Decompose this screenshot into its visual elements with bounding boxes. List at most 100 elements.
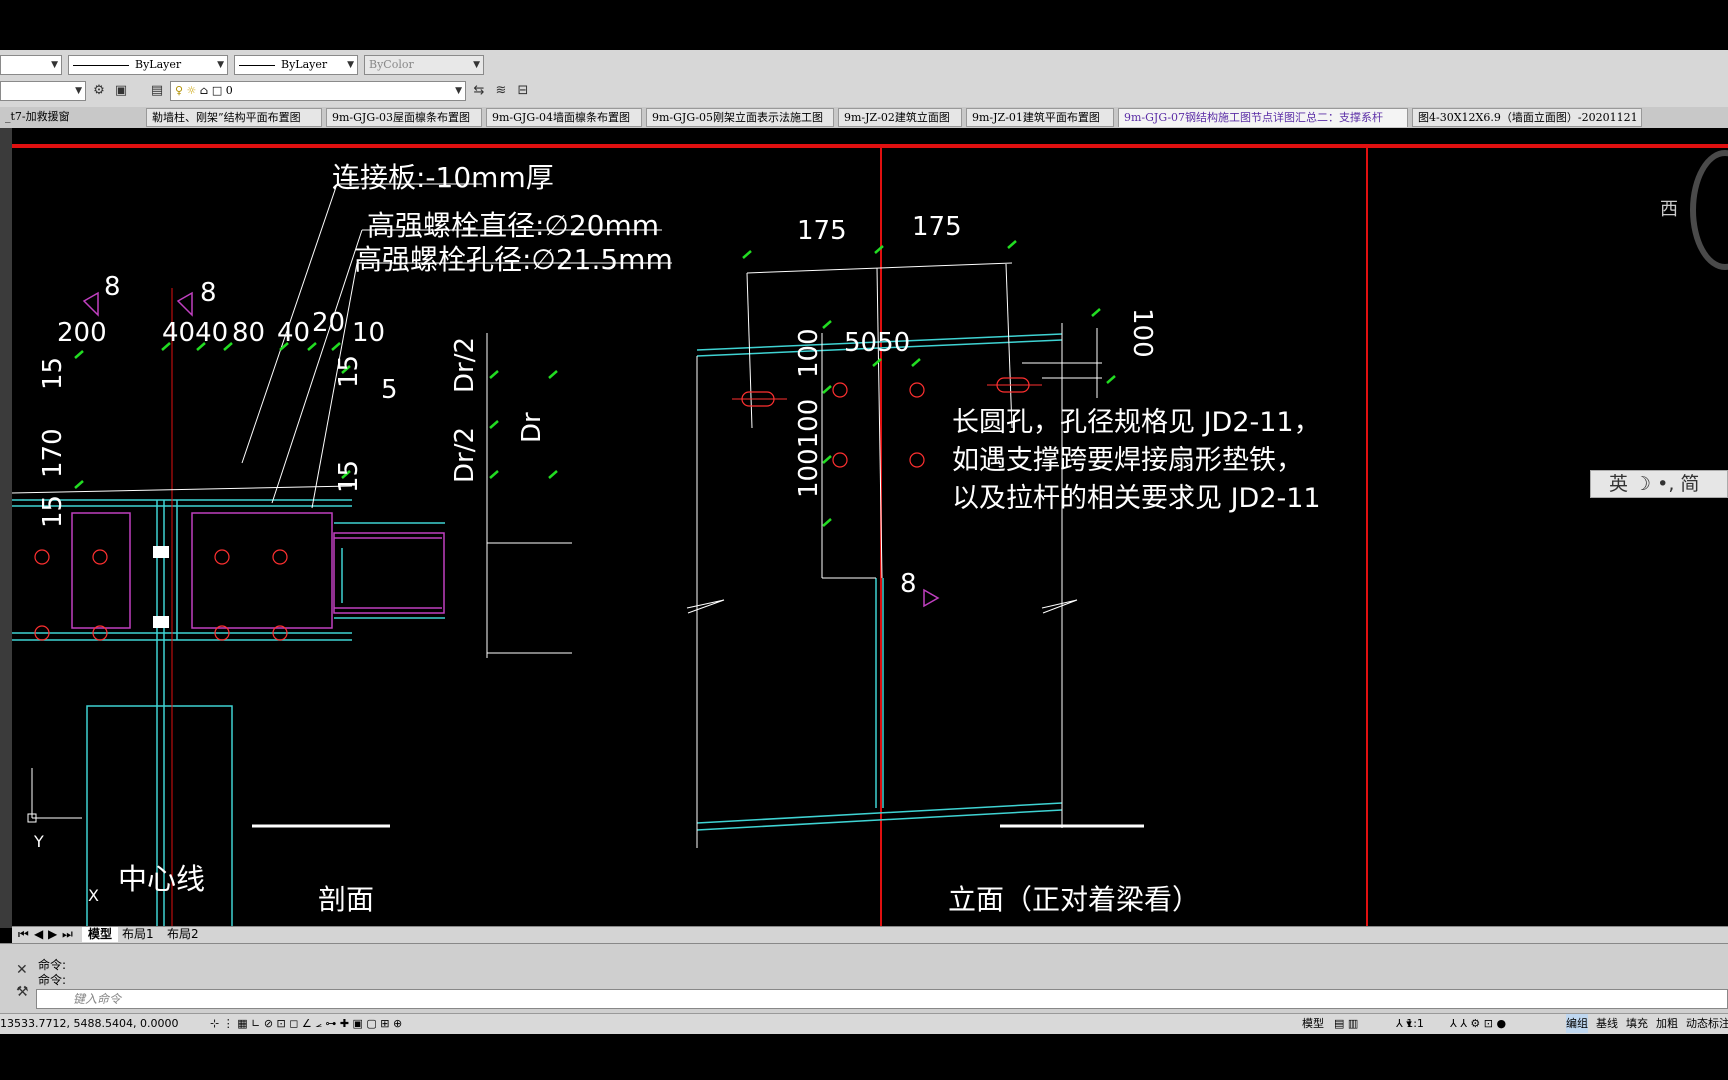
group-toggle[interactable]: 编组 [1566, 1014, 1588, 1033]
lineweight-value: ByLayer [281, 58, 328, 71]
next-layout-icon[interactable]: ▶ [48, 927, 57, 942]
sun-icon: ☼ [186, 84, 197, 97]
ucs-y-label: Y [34, 832, 44, 851]
command-history-line: 命令: [38, 973, 67, 987]
baseline-toggle[interactable]: 基线 [1596, 1014, 1618, 1033]
viewcube[interactable]: 西 [1660, 150, 1728, 270]
ime-toolbar[interactable]: 英 ☽ •, 简 [1590, 470, 1728, 498]
linetype-dropdown[interactable]: ByLayer ▼ [68, 55, 228, 75]
weld-size-label: 5 [381, 375, 398, 405]
lightbulb-icon: ♀ [175, 84, 184, 97]
unlock-icon: ⌂ [199, 84, 209, 97]
file-tab[interactable]: 9m-GJG-03屋面檩条布置图 [326, 108, 482, 127]
color-dropdown[interactable]: ▼ [0, 55, 62, 75]
dimension-label: 10 [352, 318, 386, 348]
tab-layout1[interactable]: 布局1 [122, 927, 154, 942]
first-layout-icon[interactable]: ⏮ [18, 927, 29, 942]
section-plates [71, 512, 445, 629]
layer-dropdown[interactable]: ♀ ☼ ⌂ □ 0 ▼ [170, 81, 466, 101]
tab-layout2[interactable]: 布局2 [167, 927, 199, 942]
make-current-layer-icon[interactable]: ⇆ [470, 82, 488, 100]
dimension-label: 40 [277, 318, 311, 348]
dimension-label: Dr [517, 412, 547, 443]
fill-toggle[interactable]: 填充 [1626, 1014, 1648, 1033]
file-tab-active[interactable]: 9m-GJG-07钢结构施工图节点详图汇总二：支撑系杆 [1118, 108, 1408, 127]
status-bar: 13533.7712, 5488.5404, 0.0000 ⊹ ⋮ ▦ ∟ ⊘ … [0, 1013, 1728, 1034]
chevron-down-icon: ▼ [347, 60, 354, 70]
workspace-dropdown[interactable]: ▼ [0, 81, 86, 101]
last-layout-icon[interactable]: ⏭ [62, 927, 73, 942]
file-tab[interactable]: 图4-30X12X6.9（墙面立面图）-20201121 [1412, 108, 1642, 127]
prev-layout-icon[interactable]: ◀ [34, 927, 43, 942]
dimension-label: Dr/2 [450, 426, 480, 483]
chevron-down-icon: ▼ [217, 60, 224, 70]
dynamic-dimension-toggle[interactable]: 动态标注 [1686, 1014, 1728, 1033]
dimension-label: 15 [38, 494, 68, 528]
top-black-band [0, 0, 1728, 50]
command-input[interactable]: 键入命令 [36, 989, 1728, 1009]
dimension-label: 100 [1127, 308, 1157, 358]
layout-tabs: ⏮ ◀ ▶ ⏭ 模型 布局1 布局2 [12, 926, 1728, 943]
viewcube-west-label: 西 [1660, 199, 1678, 220]
dimension-label: 170 [38, 428, 68, 478]
hole-centerlines [732, 384, 1042, 400]
snap-toggle-icons[interactable]: ⊹ ⋮ ▦ ∟ ⊘ ⊡ ◻ ∠ ⦟ ⊶ ✚ ▣ ▢ ⊞ ⊕ [210, 1014, 402, 1033]
dimension-label: 20 [312, 308, 346, 338]
dimension-label: 200 [57, 318, 107, 348]
dimension-label: 80 [232, 318, 266, 348]
hole-diameter-note: 高强螺栓孔径:∅21.5mm [354, 243, 673, 276]
layer-state-icon[interactable]: ⊟ [514, 82, 532, 100]
cad-drawing [12, 144, 1728, 926]
color-square-icon: □ [211, 84, 223, 97]
dimension-label: 15 [38, 356, 68, 390]
chevron-down-icon: ▼ [455, 86, 462, 96]
bold-toggle[interactable]: 加粗 [1656, 1014, 1678, 1033]
weld-size-label: 8 [900, 569, 917, 599]
weld-size-label: 8 [104, 272, 121, 302]
dimension-label: Dr/2 [450, 336, 480, 393]
file-tab[interactable]: 9m-GJG-05刚架立面表示法施工图 [646, 108, 834, 127]
model-space-button[interactable]: 模型 [1302, 1014, 1324, 1033]
file-tab[interactable]: 勒墙柱、刚架”结构平面布置图 [146, 108, 322, 127]
chevron-down-icon: ▼ [51, 60, 58, 70]
file-tab[interactable]: 9m-GJG-04墙面檩条布置图 [486, 108, 642, 127]
plate-note: 连接板:-10mm厚 [332, 161, 554, 194]
gear-icon[interactable]: ⚙ [90, 82, 108, 100]
linetype-value: ByLayer [135, 58, 182, 71]
slot-hole-note: 以及拉杆的相关要求见 JD2-11 [952, 483, 1321, 514]
file-tab[interactable]: 9m-JZ-01建筑平面布置图 [966, 108, 1114, 127]
viewport-icons[interactable]: ▤ ▥ [1334, 1014, 1358, 1033]
command-window: ✕ ⚒ 命令: 命令: 键入命令 [0, 943, 1728, 1014]
file-tab[interactable]: 9m-JZ-02建筑立面图 [838, 108, 962, 127]
file-tab[interactable]: _t7-加救援窗 [0, 108, 142, 127]
toolbar-lock-icon[interactable]: ▣ [112, 82, 130, 100]
axis-ucs [27, 768, 82, 823]
slot-hole-note: 长圆孔，孔径规格见 JD2-11， [952, 407, 1321, 438]
dimension-label: 15 [334, 459, 364, 493]
plotstyle-value: ByColor [369, 58, 414, 71]
plotstyle-dropdown: ByColor ▼ [364, 55, 484, 75]
layer-value: 0 [225, 84, 233, 97]
ucs-x-label: X [88, 886, 99, 905]
layer-previous-icon[interactable]: ≋ [492, 82, 510, 100]
dimension-label: 4040 [162, 318, 229, 348]
layer-properties-icon[interactable]: ▤ [148, 82, 166, 100]
centerline-label: 中心线 [118, 862, 206, 896]
annotation-icons[interactable]: ⅄ ⅄ ⚙ ⊡ ● [1450, 1014, 1506, 1033]
left-edge-strip [0, 128, 12, 928]
tab-model[interactable]: 模型 [82, 927, 119, 942]
close-icon[interactable]: ✕ [16, 962, 28, 978]
lineweight-dropdown[interactable]: ByLayer ▼ [234, 55, 358, 75]
dimension-label: 15 [334, 354, 364, 388]
drawing-canvas[interactable]: 连接板:-10mm厚 高强螺栓直径:∅20mm 高强螺栓孔径:∅21.5mm 8… [12, 128, 1728, 926]
annotation-scale[interactable]: ⅄ 1:1 ▾ [1396, 1014, 1424, 1033]
coordinate-readout: 13533.7712, 5488.5404, 0.0000 [0, 1017, 179, 1030]
chevron-down-icon: ▼ [75, 86, 82, 96]
wrench-icon[interactable]: ⚒ [16, 984, 29, 1000]
section-geometry [12, 499, 445, 926]
file-tabs-bar: _t7-加救援窗 勒墙柱、刚架”结构平面布置图 9m-GJG-03屋面檩条布置图… [0, 107, 1728, 129]
chevron-down-icon: ▼ [473, 60, 480, 70]
bottom-black-band [0, 1034, 1728, 1080]
dimension-label: 100 [794, 328, 824, 378]
properties-toolbar: ▼ ByLayer ▼ ByLayer ▼ ByColor ▼ ▼ ⚙ ▣ ▤ ♀ ☼… [0, 50, 1728, 108]
